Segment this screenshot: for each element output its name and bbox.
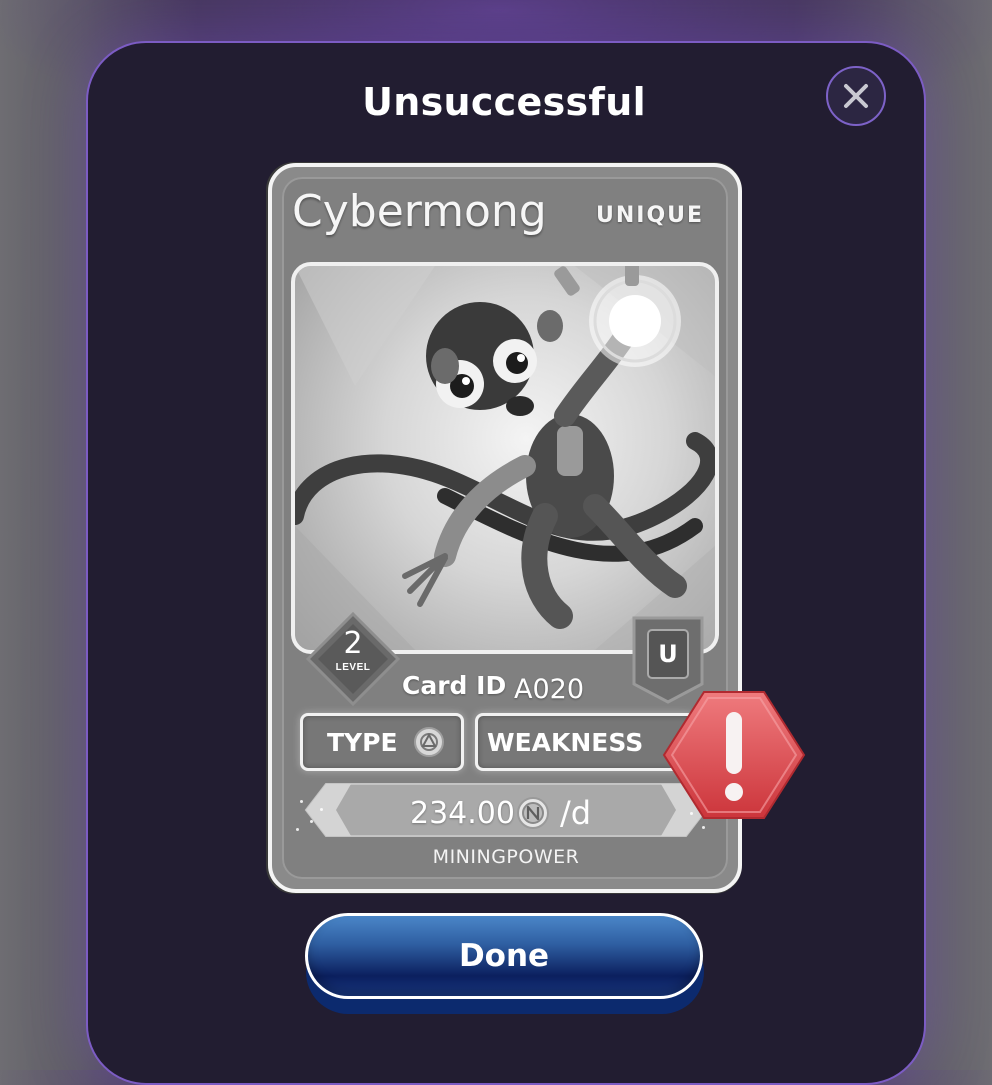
coin-icon: [517, 797, 549, 829]
type-chip: TYPE: [300, 713, 464, 771]
mining-power-label: MININGPOWER: [432, 846, 580, 868]
card-name: Cybermong: [292, 186, 547, 237]
warning-octagon-icon: [662, 691, 806, 819]
arc-reactor-icon: [414, 727, 444, 757]
mining-power-unit: /d: [560, 794, 592, 832]
card-id-value: A020: [514, 674, 585, 705]
close-button[interactable]: [826, 66, 886, 126]
mining-power-value: 234.00: [410, 796, 515, 831]
cyber-monkey-illustration: [295, 266, 715, 650]
level-value: 2: [343, 626, 363, 661]
card-artwork: [291, 262, 719, 654]
rarity-badge-letter: U: [658, 640, 678, 668]
card-rarity: UNIQUE: [596, 203, 705, 228]
type-label: TYPE: [327, 727, 398, 757]
level-label: LEVEL: [335, 662, 371, 673]
weakness-label: WEAKNESS: [487, 727, 644, 757]
card-id-label: Card ID: [402, 671, 507, 700]
close-icon: [844, 84, 868, 108]
done-button[interactable]: Done: [305, 913, 703, 999]
